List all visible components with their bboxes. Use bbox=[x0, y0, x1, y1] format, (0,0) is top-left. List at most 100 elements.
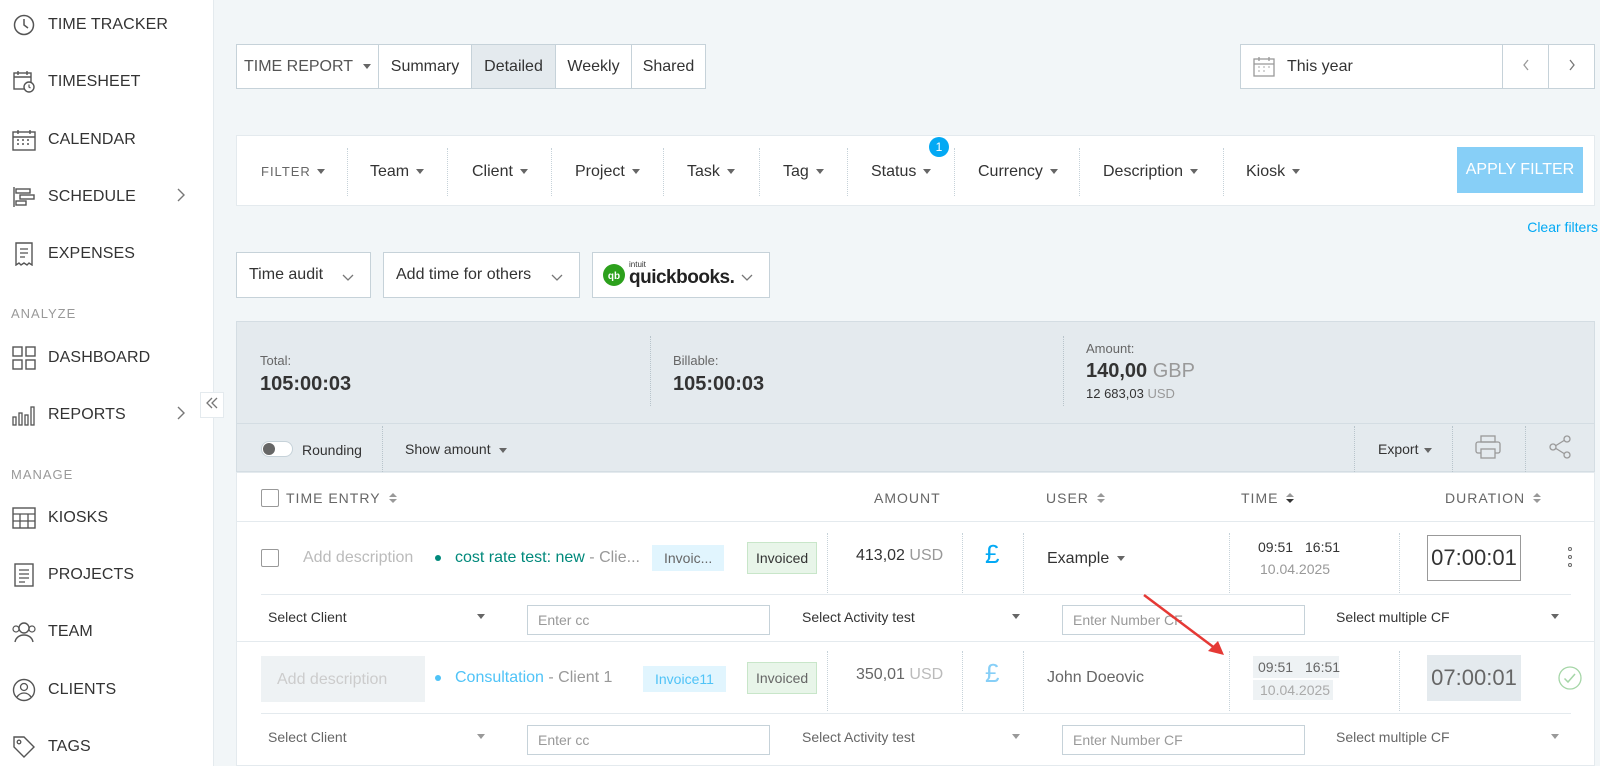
start-time[interactable]: 09:51 bbox=[1258, 539, 1293, 555]
filter-client[interactable]: Client bbox=[472, 136, 528, 207]
filter-team[interactable]: Team bbox=[370, 136, 425, 207]
add-time-for-others-dropdown[interactable]: Add time for others bbox=[383, 252, 580, 298]
billable-value: 105:00:03 bbox=[673, 373, 765, 395]
filter-currency[interactable]: Currency bbox=[978, 136, 1058, 207]
clock-icon bbox=[11, 12, 37, 38]
select-client-dropdown[interactable]: Select Client bbox=[268, 722, 485, 752]
enter-cc-input[interactable] bbox=[527, 725, 770, 755]
header-time[interactable]: TIME bbox=[1241, 490, 1295, 506]
select-all-checkbox[interactable] bbox=[261, 489, 279, 507]
cell-divider bbox=[1023, 533, 1024, 593]
select-multiple-cf-dropdown[interactable]: Select multiple CF bbox=[1336, 722, 1559, 752]
end-time[interactable]: 16:51 bbox=[1305, 539, 1340, 555]
receipt-icon bbox=[11, 241, 37, 267]
sidebar-item-calendar[interactable]: CALENDAR bbox=[0, 120, 214, 160]
more-options-icon[interactable] bbox=[1568, 547, 1572, 567]
clear-filters-link[interactable]: Clear filters bbox=[1527, 219, 1598, 235]
select-multiple-label: Select multiple CF bbox=[1336, 609, 1450, 625]
tab-summary[interactable]: Summary bbox=[378, 44, 472, 89]
rounding-label: Rounding bbox=[302, 442, 362, 458]
user-dropdown[interactable]: Example bbox=[1047, 550, 1126, 568]
show-amount-dropdown[interactable]: Show amount bbox=[405, 441, 507, 457]
tab-shared[interactable]: Shared bbox=[631, 44, 706, 89]
apply-filter-button[interactable]: APPLY FILTER bbox=[1457, 147, 1583, 193]
sidebar-item-kiosks[interactable]: KIOSKS bbox=[0, 498, 214, 538]
sidebar-item-label: EXPENSES bbox=[48, 245, 136, 262]
date-range-picker[interactable]: This year bbox=[1240, 44, 1503, 89]
collapse-sidebar-button[interactable] bbox=[200, 392, 224, 418]
chevron-left-icon bbox=[1522, 58, 1530, 76]
select-activity-dropdown[interactable]: Select Activity test bbox=[802, 722, 1020, 752]
sidebar-item-team[interactable]: TEAM bbox=[0, 612, 214, 652]
sidebar-item-label: SCHEDULE bbox=[48, 188, 136, 205]
calendar-icon bbox=[11, 127, 37, 153]
sidebar-item-dashboard[interactable]: DASHBOARD bbox=[0, 338, 214, 378]
billable-currency-icon[interactable]: £ bbox=[985, 539, 999, 570]
quickbooks-dropdown[interactable]: qb intuit quickbooks. bbox=[592, 252, 770, 298]
sidebar-item-projects[interactable]: PROJECTS bbox=[0, 555, 214, 595]
tab-weekly[interactable]: Weekly bbox=[555, 44, 632, 89]
next-period-button[interactable] bbox=[1548, 44, 1595, 89]
chevron-down-icon bbox=[551, 269, 563, 287]
print-icon[interactable] bbox=[1475, 435, 1501, 464]
sidebar-item-expenses[interactable]: EXPENSES bbox=[0, 234, 214, 274]
previous-period-button[interactable] bbox=[1502, 44, 1549, 89]
select-multiple-cf-dropdown[interactable]: Select multiple CF bbox=[1336, 602, 1559, 632]
check-circle-icon bbox=[1558, 666, 1582, 695]
project-label: Consultation - Client 1 bbox=[455, 669, 612, 687]
filter-dropdown[interactable]: FILTER bbox=[261, 136, 325, 207]
time-report-dropdown[interactable]: TIME REPORT bbox=[236, 44, 379, 89]
filter-divider bbox=[1223, 148, 1224, 196]
export-label: Export bbox=[1378, 441, 1419, 457]
filter-project[interactable]: Project bbox=[575, 136, 640, 207]
show-amount-label: Show amount bbox=[405, 441, 491, 457]
sidebar-item-label: CLIENTS bbox=[48, 681, 117, 698]
sidebar-item-schedule[interactable]: SCHEDULE bbox=[0, 177, 214, 217]
client-name: - Clie... bbox=[589, 549, 640, 566]
summary-divider bbox=[1354, 426, 1355, 472]
select-activity-dropdown[interactable]: Select Activity test bbox=[802, 602, 1020, 632]
filter-tag[interactable]: Tag bbox=[783, 136, 824, 207]
filter-description[interactable]: Description bbox=[1103, 136, 1199, 207]
sidebar-item-time-tracker[interactable]: TIME TRACKER bbox=[0, 5, 214, 45]
sidebar-item-tags[interactable]: TAGS bbox=[0, 727, 214, 766]
share-icon[interactable] bbox=[1548, 435, 1572, 464]
filter-divider bbox=[847, 148, 848, 196]
project-color-dot bbox=[435, 675, 441, 681]
entry-date[interactable]: 10.04.2025 bbox=[1260, 561, 1330, 577]
caret-down-icon bbox=[416, 169, 425, 174]
rounding-toggle[interactable] bbox=[261, 441, 293, 457]
duration-input[interactable]: 07:00:01 bbox=[1427, 535, 1521, 581]
enter-cc-input[interactable] bbox=[527, 605, 770, 635]
double-chevron-left-icon bbox=[205, 396, 219, 414]
enter-number-cf-input[interactable] bbox=[1062, 725, 1305, 755]
sidebar-item-timesheet[interactable]: TIMESHEET bbox=[0, 62, 214, 102]
time-audit-dropdown[interactable]: Time audit bbox=[236, 252, 371, 298]
tab-detailed[interactable]: Detailed bbox=[471, 44, 556, 89]
invoiced-badge: Invoiced bbox=[747, 662, 818, 694]
amount-currency: USD bbox=[909, 666, 944, 683]
sidebar-item-clients[interactable]: CLIENTS bbox=[0, 670, 214, 710]
caret-down-icon bbox=[498, 447, 507, 453]
header-amount-label: AMOUNT bbox=[874, 490, 941, 506]
filter-tag-label: Tag bbox=[783, 162, 809, 180]
description-input[interactable]: Add description bbox=[303, 549, 413, 567]
project-color-dot bbox=[435, 555, 441, 561]
row-checkbox[interactable] bbox=[261, 549, 279, 567]
header-user[interactable]: USER bbox=[1046, 490, 1105, 506]
filter-divider bbox=[551, 148, 552, 196]
quickbooks-name-text: quickbooks. bbox=[629, 267, 735, 288]
select-client-dropdown[interactable]: Select Client bbox=[268, 602, 485, 632]
sidebar-item-label: DASHBOARD bbox=[48, 349, 151, 366]
sidebar-item-label: KIOSKS bbox=[48, 509, 109, 526]
header-duration[interactable]: DURATION bbox=[1445, 490, 1542, 506]
tag-chip[interactable]: Invoic... bbox=[652, 545, 725, 571]
header-time-entry[interactable]: TIME ENTRY bbox=[286, 490, 397, 506]
project-picker[interactable]: cost rate test: new - Clie... bbox=[455, 549, 640, 567]
filter-task[interactable]: Task bbox=[687, 136, 735, 207]
export-dropdown[interactable]: Export bbox=[1378, 441, 1433, 457]
filter-label: FILTER bbox=[261, 164, 311, 179]
filter-status[interactable]: Status bbox=[871, 136, 932, 207]
sidebar-item-reports[interactable]: REPORTS bbox=[0, 395, 214, 435]
filter-kiosk[interactable]: Kiosk bbox=[1246, 136, 1301, 207]
